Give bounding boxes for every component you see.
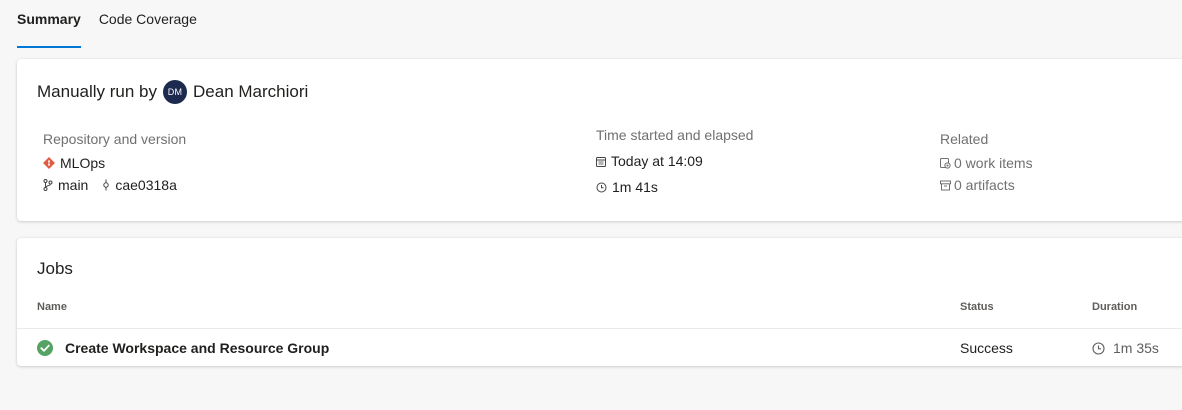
tab-summary[interactable]: Summary	[17, 0, 81, 48]
column-header-status: Status	[960, 301, 994, 313]
time-section: Time started and elapsed Today at 14:09 …	[596, 127, 753, 200]
tab-code-coverage[interactable]: Code Coverage	[99, 0, 197, 44]
run-title: Manually run by DM Dean Marchiori	[37, 80, 308, 104]
run-title-prefix: Manually run by	[37, 82, 158, 101]
jobs-title: Jobs	[37, 259, 73, 278]
work-items-count: 0 work items	[954, 155, 1033, 171]
artifacts-link[interactable]: 0 artifacts	[940, 174, 1033, 196]
column-header-name: Name	[37, 301, 67, 313]
time-heading: Time started and elapsed	[596, 127, 754, 143]
elapsed-time: 1m 41s	[612, 179, 658, 195]
table-row[interactable]: Create Workspace and Resource Group Succ…	[37, 338, 1182, 360]
run-summary-card: Manually run by DM Dean Marchiori Reposi…	[17, 59, 1182, 221]
job-name[interactable]: Create Workspace and Resource Group	[65, 340, 329, 356]
repository-heading: Repository and version	[43, 131, 187, 147]
artifacts-count: 0 artifacts	[954, 177, 1015, 193]
commit-icon	[102, 179, 110, 191]
work-item-icon	[940, 157, 951, 169]
version-row: main cae0318a	[43, 174, 186, 196]
avatar[interactable]: DM	[163, 80, 188, 104]
clock-icon	[1092, 341, 1105, 355]
calendar-icon	[596, 156, 606, 167]
branch-name[interactable]: main	[58, 177, 88, 193]
branch-icon	[43, 179, 53, 191]
header-divider	[17, 328, 1182, 329]
elapsed-row: 1m 41s	[596, 174, 753, 200]
job-duration: 1m 35s	[1113, 340, 1159, 356]
start-time-row: Today at 14:09	[596, 148, 753, 174]
column-header-duration: Duration	[1092, 301, 1138, 313]
job-duration-cell: 1m 35s	[1092, 340, 1159, 356]
related-heading: Related	[940, 131, 989, 147]
repository-section: Repository and version MLOps main cae031…	[43, 131, 186, 196]
commit-hash[interactable]: cae0318a	[115, 177, 177, 193]
related-section: Related 0 work items 0 artifacts	[940, 131, 1033, 196]
job-status: Success	[960, 340, 1013, 356]
repository-link[interactable]: MLOps	[43, 152, 186, 174]
jobs-card: Jobs Name Status Duration Create Workspa…	[17, 238, 1182, 366]
start-time: Today at 14:09	[611, 153, 703, 169]
clock-icon	[596, 182, 607, 193]
repository-name: MLOps	[60, 155, 106, 171]
tab-bar: Summary Code Coverage	[17, 0, 215, 48]
artifact-icon	[940, 180, 951, 191]
run-user-name[interactable]: Dean Marchiori	[193, 82, 308, 102]
work-items-link[interactable]: 0 work items	[940, 152, 1033, 174]
git-repo-icon	[43, 157, 55, 169]
success-check-icon	[37, 340, 53, 359]
